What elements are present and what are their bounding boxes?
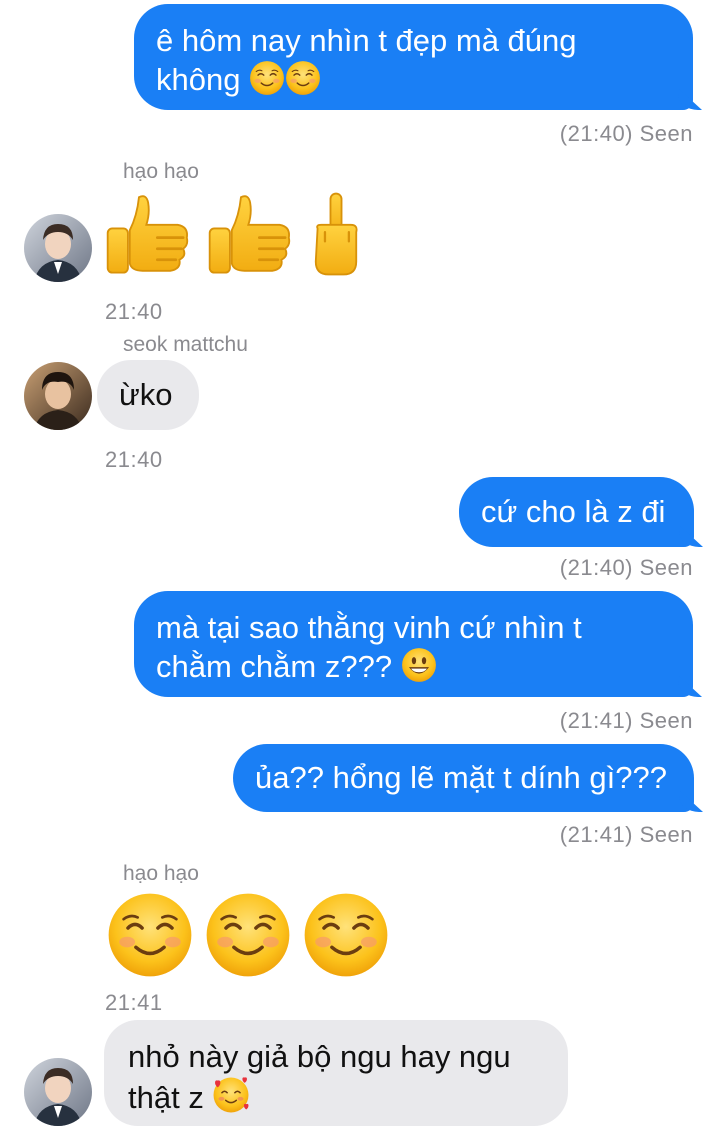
message-time: 21:41	[105, 990, 163, 1015]
outgoing-message-bubble[interactable]: mà tại sao thằng vinh cứ nhìn t chằm chằ…	[134, 591, 693, 697]
message-text-line: nhỏ này giả bộ ngu hay ngu	[128, 1039, 511, 1074]
message-text: cứ cho là z đi	[481, 494, 666, 529]
middle-finger-icon	[308, 188, 364, 280]
smiling-face-with-hearts-icon	[212, 1076, 250, 1123]
sender-name: hạo hạo	[123, 862, 199, 885]
smiling-face-icon	[302, 891, 390, 979]
smiling-face-icon	[285, 60, 321, 105]
message-status: (21:41) Seen	[559, 822, 693, 847]
message-text: thật z	[128, 1080, 204, 1115]
message-text-line: chằm chằm z???	[156, 647, 671, 692]
sender-name: hạo hạo	[123, 160, 199, 183]
outgoing-message-bubble[interactable]: ủa?? hổng lẽ mặt t dính gì???	[233, 744, 694, 812]
smiling-face-icon	[249, 60, 285, 105]
message-status: (21:41) Seen	[559, 708, 693, 733]
message-time: 21:40	[105, 299, 163, 324]
incoming-message-bubble[interactable]: ừko	[97, 360, 199, 430]
avatar[interactable]	[24, 1058, 92, 1126]
emoji-message[interactable]	[104, 188, 364, 280]
avatar[interactable]	[24, 214, 92, 282]
emoji-message[interactable]	[106, 891, 390, 979]
message-text-line: thật z	[128, 1076, 544, 1123]
message-text-line: ê hôm nay nhìn t đẹp mà đúng	[156, 23, 577, 58]
message-text: không	[156, 62, 241, 97]
smiling-face-icon	[204, 891, 292, 979]
message-status: (21:40) Seen	[559, 555, 693, 580]
chat-thread: ê hôm nay nhìn t đẹp mà đúng không (21:4…	[0, 0, 720, 1135]
incoming-message-bubble[interactable]: nhỏ này giả bộ ngu hay ngu thật z	[104, 1020, 568, 1126]
message-status: (21:40) Seen	[559, 121, 693, 146]
message-text: ừko	[119, 377, 173, 412]
outgoing-message-bubble[interactable]: ê hôm nay nhìn t đẹp mà đúng không	[134, 4, 693, 110]
thumbs-up-icon	[104, 188, 196, 280]
thumbs-up-icon	[206, 188, 298, 280]
avatar[interactable]	[24, 362, 92, 430]
message-text: ủa?? hổng lẽ mặt t dính gì???	[255, 760, 667, 795]
sender-name: seok mattchu	[123, 333, 248, 356]
smiling-face-icon	[106, 891, 194, 979]
grinning-face-icon	[401, 647, 437, 692]
message-text: chằm chằm z???	[156, 649, 393, 684]
outgoing-message-bubble[interactable]: cứ cho là z đi	[459, 477, 694, 547]
message-text-line: mà tại sao thằng vinh cứ nhìn t	[156, 610, 582, 645]
message-text-line: không	[156, 60, 671, 105]
message-time: 21:40	[105, 447, 163, 472]
